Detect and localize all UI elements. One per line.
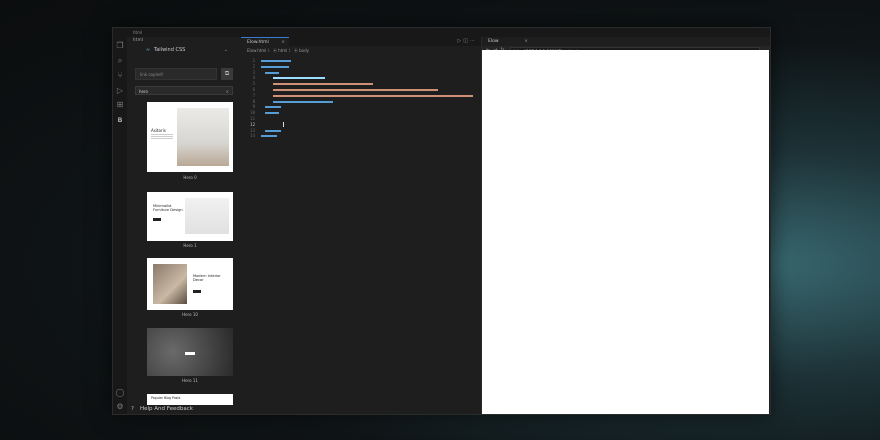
clear-filter-icon[interactable]: × xyxy=(226,87,229,96)
card-button xyxy=(153,218,161,221)
card-image xyxy=(177,108,229,166)
help-feedback-row[interactable]: ? Help And Feedback xyxy=(127,404,241,414)
code-area[interactable] xyxy=(261,58,476,139)
split-editor-icon[interactable]: ◫ xyxy=(463,38,470,44)
snippet-card-hero-10[interactable]: Modern Interior Decor xyxy=(147,258,233,310)
card-label: Hero 1 xyxy=(183,243,197,248)
card-button xyxy=(185,352,195,355)
breadcrumb: Elow.html 〉 ⦿ html 〉 ⦿ body xyxy=(247,48,310,53)
code-line xyxy=(261,133,476,139)
source-control-icon[interactable]: ⑂ xyxy=(115,71,125,81)
tab-elow-preview[interactable]: Elow × xyxy=(482,37,532,46)
card-label: Hero 0 xyxy=(183,175,197,180)
settings-gear-icon[interactable]: ⚙ xyxy=(115,402,125,412)
filter-input[interactable]: hero × xyxy=(135,86,233,95)
snippet-card-hero-11[interactable] xyxy=(147,328,233,376)
card-heading: Popular Blog Posts xyxy=(151,396,181,400)
card-image xyxy=(185,198,229,234)
card-heading: Modern Interior Decor xyxy=(193,274,221,282)
tab-elow-html[interactable]: Elow.html × xyxy=(241,37,289,46)
chevron-down-icon: ⌄ xyxy=(223,47,228,53)
title-bar: html xyxy=(113,28,770,37)
filter-value: hero xyxy=(139,89,148,94)
tab-label: Elow.html xyxy=(247,40,269,45)
preview-canvas[interactable] xyxy=(482,50,769,414)
snippets-extension-icon[interactable]: ʙ xyxy=(115,115,125,125)
card-label: Hero 10 xyxy=(182,312,198,317)
snippet-card-hero-1[interactable]: Minimalist Furniture Design xyxy=(147,192,233,241)
close-icon[interactable]: × xyxy=(281,38,285,47)
sidebar-title: html xyxy=(133,37,144,42)
search-icon[interactable]: ⌕ xyxy=(115,56,125,66)
line-number: 14 xyxy=(250,133,255,139)
explorer-icon[interactable]: ❐ xyxy=(115,41,125,51)
framework-label: Tailwind CSS xyxy=(154,47,186,53)
editor-actions: ▷◫⋯ xyxy=(457,37,477,46)
snippet-card-hero-0[interactable]: Asitoris xyxy=(147,102,233,172)
card-heading: Minimalist Furniture Design xyxy=(153,204,183,212)
run-debug-icon[interactable]: ▷ xyxy=(115,86,125,96)
account-icon[interactable]: ◯ xyxy=(115,388,125,398)
close-icon[interactable]: × xyxy=(524,37,528,46)
copy-link-input[interactable]: link copied! xyxy=(135,68,217,80)
activity-bar: ❐ ⌕ ⑂ ▷ ⊞ ʙ ◯ ⚙ xyxy=(113,37,128,414)
code-line xyxy=(261,93,476,99)
card-heading: Asitoris xyxy=(151,128,166,133)
tailwind-icon: ≈ xyxy=(146,47,151,53)
card-label: Hero 11 xyxy=(182,378,198,383)
extensions-icon[interactable]: ⊞ xyxy=(115,100,125,110)
card-text xyxy=(151,134,173,140)
more-icon[interactable]: ⋯ xyxy=(470,38,477,44)
copy-icon[interactable]: ⧉ xyxy=(221,68,233,80)
code-editor: Elow.html × ▷◫⋯ Elow.html 〉 ⦿ html 〉 ⦿ b… xyxy=(241,37,482,414)
help-label: Help And Feedback xyxy=(140,406,193,412)
editor-tabs: Elow.html × ▷◫⋯ xyxy=(241,37,481,46)
vscode-window: html ❐ ⌕ ⑂ ▷ ⊞ ʙ ◯ ⚙ html ≈ Tailwind CSS… xyxy=(112,27,771,415)
sidebar-panel: html ≈ Tailwind CSS ⌄ link copied! ⧉ her… xyxy=(127,37,242,414)
help-icon: ? xyxy=(131,406,134,412)
preview-tab-label: Elow xyxy=(488,39,499,44)
card-button xyxy=(193,290,201,293)
browser-preview-panel: Elow × ←→↻ http://127.0.0.1:3000/Elow.ht… xyxy=(482,37,770,414)
copy-row: link copied! ⧉ xyxy=(135,68,233,80)
window-title: html xyxy=(133,30,143,35)
line-number-gutter: 1 2 3 4 5 6 7 8 9 10 11 12 13 14 xyxy=(241,58,255,139)
framework-select[interactable]: ≈ Tailwind CSS ⌄ xyxy=(136,45,232,55)
card-image xyxy=(153,264,187,304)
